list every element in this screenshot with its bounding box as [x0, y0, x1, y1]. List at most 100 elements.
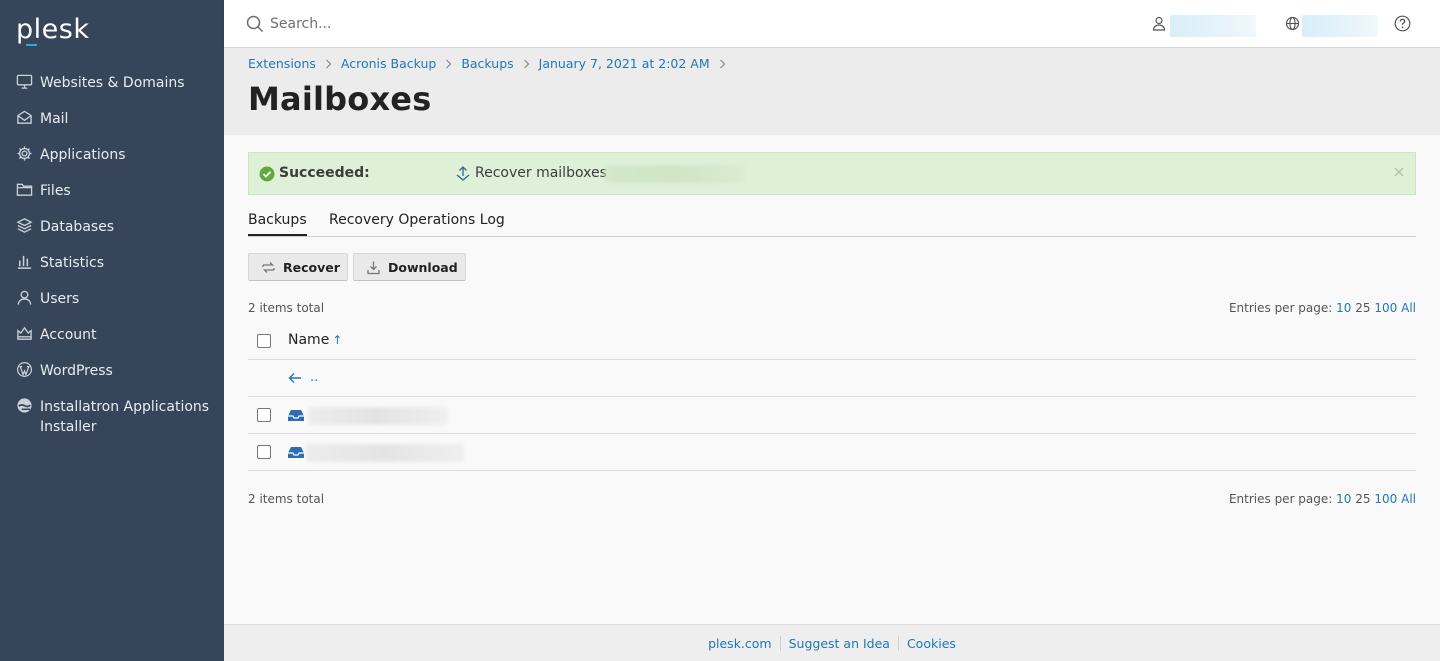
mailbox-table: Name ↑ .. — [248, 323, 1416, 471]
search-icon — [246, 15, 264, 33]
monitor-icon — [16, 73, 34, 91]
sidebar-item-mail[interactable]: Mail — [0, 100, 224, 136]
sidebar-item-account[interactable]: Account — [0, 316, 224, 352]
redacted-mailbox-list — [605, 165, 745, 183]
row-checkbox[interactable] — [257, 445, 271, 459]
per-page-10[interactable]: 10 — [1336, 301, 1351, 315]
chevron-right-icon — [446, 59, 452, 68]
sidebar-item-statistics[interactable]: Statistics — [0, 244, 224, 280]
chevron-right-icon — [523, 59, 530, 68]
account-icon — [16, 325, 34, 343]
folder-icon — [16, 181, 34, 199]
per-page-100[interactable]: 100 — [1374, 492, 1397, 506]
globe-icon[interactable] — [1285, 16, 1300, 31]
tab-recovery-operations-log[interactable]: Recovery Operations Log — [329, 212, 505, 234]
row-checkbox[interactable] — [257, 408, 271, 422]
redacted-mailbox-name[interactable] — [308, 407, 448, 425]
footer: plesk.com Suggest an Idea Cookies — [224, 624, 1440, 661]
success-message: Succeeded: Recover mailboxes — [248, 152, 1416, 195]
parent-directory-link[interactable]: .. — [288, 370, 318, 385]
sidebar-item-wordpress[interactable]: WordPress — [0, 352, 224, 388]
user-name-redacted[interactable] — [1170, 15, 1256, 37]
top-bar — [224, 0, 1440, 48]
breadcrumb-backup-date[interactable]: January 7, 2021 at 2:02 AM — [539, 56, 710, 71]
breadcrumb-backups[interactable]: Backups — [461, 56, 513, 71]
sidebar-item-websites-domains[interactable]: Websites & Domains — [0, 64, 224, 100]
logo-accent — [26, 44, 37, 46]
redacted-mailbox-name[interactable] — [306, 444, 464, 462]
download-icon — [367, 261, 380, 274]
name-column-label: Name — [288, 332, 330, 348]
sidebar-item-label: Users — [40, 291, 80, 307]
chevron-right-icon — [719, 59, 725, 68]
table-row — [248, 397, 1416, 434]
check-circle-icon — [259, 166, 275, 182]
footer-link-cookies[interactable]: Cookies — [899, 636, 964, 651]
close-icon[interactable] — [1393, 166, 1405, 178]
help-icon[interactable] — [1394, 15, 1411, 32]
user-icon[interactable] — [1152, 16, 1166, 31]
footer-link-suggest-idea[interactable]: Suggest an Idea — [781, 636, 898, 651]
breadcrumb: Extensions Acronis Backup Backups Januar… — [248, 56, 735, 71]
per-page-label: Entries per page: — [1228, 301, 1333, 315]
installatron-icon — [16, 397, 34, 415]
page-title: Mailboxes — [248, 80, 432, 118]
sidebar-item-label: Applications — [40, 147, 126, 163]
plesk-logo[interactable]: plesk — [16, 14, 89, 45]
entries-per-page-bottom: Entries per page: 10 25 100 All — [1229, 492, 1416, 506]
wordpress-icon — [16, 361, 34, 379]
message-status: Succeeded: — [279, 165, 370, 181]
per-page-all[interactable]: All — [1401, 301, 1416, 315]
database-icon — [16, 217, 34, 235]
sidebar-item-label: Databases — [40, 219, 115, 235]
sidebar-item-label: Mail — [40, 111, 69, 127]
breadcrumb-acronis-backup[interactable]: Acronis Backup — [341, 56, 436, 71]
sidebar-item-label: Account — [40, 327, 97, 343]
select-all-checkbox[interactable] — [257, 334, 271, 348]
per-page-100[interactable]: 100 — [1374, 301, 1397, 315]
table-row-parent: .. — [248, 360, 1416, 397]
download-button[interactable]: Download — [353, 253, 466, 281]
table-header: Name ↑ — [248, 323, 1416, 360]
footer-link-plesk[interactable]: plesk.com — [700, 636, 780, 651]
per-page-25: 25 — [1355, 301, 1371, 315]
gear-icon — [16, 145, 34, 163]
recover-button-label: Recover — [283, 259, 340, 275]
sidebar-item-applications[interactable]: Applications — [0, 136, 224, 172]
sort-ascending-icon: ↑ — [332, 333, 343, 347]
message-text: Recover mailboxes — [475, 165, 607, 181]
per-page-25: 25 — [1355, 492, 1371, 506]
sidebar-item-label: WordPress — [40, 363, 113, 379]
recover-icon — [262, 261, 275, 273]
table-row — [248, 434, 1416, 471]
mailbox-icon — [288, 447, 304, 458]
main-content: Succeeded: Recover mailboxes Backups Rec… — [224, 135, 1440, 624]
download-button-label: Download — [388, 259, 458, 275]
search-input[interactable] — [270, 12, 870, 36]
tab-backups[interactable]: Backups — [248, 212, 307, 236]
chevron-right-icon — [325, 59, 332, 68]
sidebar-item-installatron[interactable]: Installatron Applications Installer — [0, 388, 224, 444]
sidebar-nav: Websites & Domains Mail Applications Fil… — [0, 64, 224, 444]
recover-button[interactable]: Recover — [248, 253, 348, 281]
subscription-redacted[interactable] — [1302, 15, 1378, 37]
entries-per-page: Entries per page: 10 25 100 All — [1229, 301, 1416, 315]
sidebar-item-label: Websites & Domains — [40, 75, 185, 91]
sidebar-item-users[interactable]: Users — [0, 280, 224, 316]
mailbox-icon — [288, 410, 304, 421]
bar-chart-icon — [16, 253, 34, 271]
sidebar-item-databases[interactable]: Databases — [0, 208, 224, 244]
arrow-left-icon — [288, 372, 301, 383]
parent-directory-label: .. — [310, 370, 319, 385]
recover-upload-icon — [456, 166, 470, 181]
per-page-10[interactable]: 10 — [1336, 492, 1351, 506]
sidebar: plesk Websites & Domains Mail Applicatio… — [0, 0, 224, 661]
sidebar-item-files[interactable]: Files — [0, 172, 224, 208]
per-page-label: Entries per page: — [1228, 492, 1333, 506]
sidebar-item-label: Files — [40, 183, 71, 199]
per-page-all[interactable]: All — [1401, 492, 1416, 506]
page-header: Extensions Acronis Backup Backups Januar… — [224, 48, 1440, 135]
envelope-icon — [16, 109, 34, 127]
name-column-header[interactable]: Name ↑ — [288, 332, 342, 348]
breadcrumb-extensions[interactable]: Extensions — [248, 56, 316, 71]
